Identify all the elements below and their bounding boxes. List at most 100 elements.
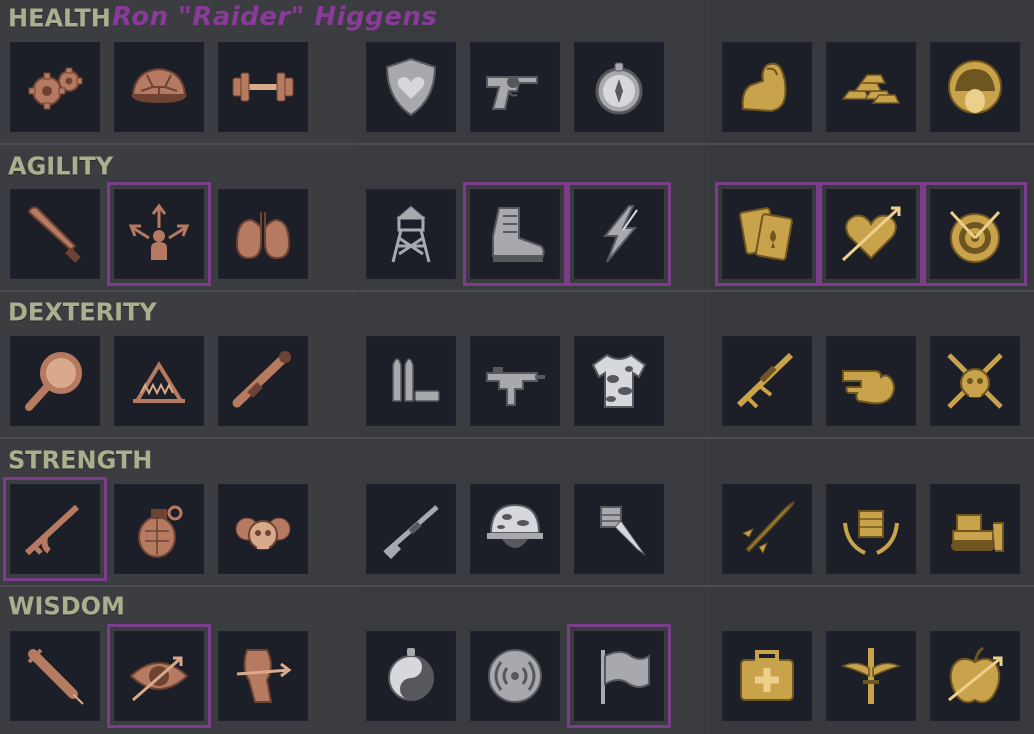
winged-sword-icon	[840, 648, 902, 704]
perk-slot-wisdom-2[interactable]	[107, 624, 211, 728]
perk-slot-wisdom-9[interactable]	[930, 631, 1020, 721]
revolver-icon	[486, 76, 538, 110]
yin-yang-icon	[388, 648, 434, 701]
target-arrows-icon	[949, 210, 1001, 263]
perk-slot-dexterity-1[interactable]	[10, 336, 100, 426]
shotgun-icon	[383, 505, 439, 559]
perk-slot-health-4[interactable]	[366, 42, 456, 132]
fist-knife-icon	[600, 506, 646, 556]
perk-slot-strength-5[interactable]	[470, 484, 560, 574]
arrow-knee-icon	[236, 649, 292, 703]
perk-slot-dexterity-2[interactable]	[114, 336, 204, 426]
combat-boot-icon	[492, 207, 545, 262]
skull-crossed-knives-icon	[947, 353, 1003, 409]
soldier-helmet-halo-icon	[948, 60, 1002, 114]
perk-slot-agility-6[interactable]	[567, 182, 671, 286]
perk-slot-dexterity-8[interactable]	[826, 336, 916, 426]
character-name: Ron "Raider" Higgens	[112, 2, 438, 32]
perk-slot-health-9[interactable]	[930, 42, 1020, 132]
perk-slot-dexterity-9[interactable]	[930, 336, 1020, 426]
bulldozer-icon	[951, 514, 1004, 552]
perk-slot-strength-1[interactable]	[3, 477, 107, 581]
perk-slot-health-1[interactable]	[10, 42, 100, 132]
section-divider	[0, 585, 1034, 587]
missile-icon	[741, 500, 796, 555]
perk-slot-health-5[interactable]	[470, 42, 560, 132]
assault-rifle-icon	[24, 504, 80, 556]
lightning-bolt-icon	[602, 205, 638, 263]
apple-arrow-icon	[948, 646, 1003, 704]
camo-shirt-icon	[591, 353, 647, 408]
medkit-icon	[740, 650, 794, 701]
section-label-agility: AGILITY	[8, 151, 114, 181]
skulls-icon	[235, 517, 291, 550]
perk-slot-strength-6[interactable]	[574, 484, 664, 574]
perk-slot-agility-2[interactable]	[107, 182, 211, 286]
turtle-shell-icon	[131, 67, 187, 103]
perk-slot-dexterity-6[interactable]	[574, 336, 664, 426]
magnifying-glass-icon	[25, 352, 82, 411]
raised-fist-laurel-icon	[843, 510, 899, 555]
perk-slot-health-6[interactable]	[574, 42, 664, 132]
perk-slot-strength-2[interactable]	[114, 484, 204, 574]
perk-slot-dexterity-7[interactable]	[722, 336, 812, 426]
perk-slot-strength-9[interactable]	[930, 484, 1020, 574]
camo-helmet-icon	[487, 503, 543, 548]
heart-shield-icon	[385, 57, 437, 117]
perk-slot-health-7[interactable]	[722, 42, 812, 132]
section-label-dexterity: DEXTERITY	[8, 297, 157, 327]
gears-icon	[28, 67, 83, 110]
lungs-icon	[235, 212, 291, 260]
dumbbell-icon	[232, 72, 294, 102]
compass-icon	[595, 62, 643, 115]
perk-slot-strength-3[interactable]	[218, 484, 308, 574]
section-label-health: HEALTH	[8, 3, 111, 33]
perk-slot-agility-9[interactable]	[923, 182, 1027, 286]
perk-slot-strength-4[interactable]	[366, 484, 456, 574]
person-arrows-icon	[128, 203, 190, 260]
flexed-arm-icon	[741, 62, 787, 113]
perk-slot-agility-4[interactable]	[366, 189, 456, 279]
machete-icon	[27, 206, 81, 263]
perk-slot-agility-8[interactable]	[819, 182, 923, 286]
section-label-wisdom: WISDOM	[8, 591, 125, 621]
syringe-icon	[27, 648, 84, 705]
perk-slot-dexterity-4[interactable]	[366, 336, 456, 426]
playing-cards-icon	[739, 207, 793, 261]
perk-slot-wisdom-7[interactable]	[722, 631, 812, 721]
perk-slot-wisdom-6[interactable]	[567, 624, 671, 728]
bullets-icon	[392, 358, 440, 402]
perk-slot-health-3[interactable]	[218, 42, 308, 132]
perk-slot-wisdom-3[interactable]	[218, 631, 308, 721]
eye-arrow-icon	[129, 656, 189, 702]
perk-slot-dexterity-3[interactable]	[218, 336, 308, 426]
gold-bars-icon	[841, 74, 901, 104]
perk-slot-health-8[interactable]	[826, 42, 916, 132]
radio-signal-icon	[488, 649, 542, 703]
perk-slot-strength-8[interactable]	[826, 484, 916, 574]
section-divider	[0, 437, 1034, 439]
perk-slot-wisdom-8[interactable]	[826, 631, 916, 721]
perk-slot-agility-7[interactable]	[715, 182, 819, 286]
submachine-gun-icon	[486, 367, 545, 406]
watchtower-icon	[391, 205, 431, 263]
perk-slot-agility-3[interactable]	[218, 189, 308, 279]
perk-slot-agility-5[interactable]	[463, 182, 567, 286]
finger-gun-icon	[842, 370, 895, 405]
perk-slot-wisdom-1[interactable]	[10, 631, 100, 721]
sniper-rifle-icon	[736, 352, 794, 409]
section-divider	[0, 143, 1034, 145]
perk-slot-strength-7[interactable]	[722, 484, 812, 574]
perk-slot-agility-1[interactable]	[10, 189, 100, 279]
perk-slot-health-2[interactable]	[114, 42, 204, 132]
perk-slot-wisdom-5[interactable]	[470, 631, 560, 721]
section-divider	[0, 290, 1034, 292]
rocket-launcher-icon	[232, 351, 291, 408]
bear-trap-icon	[133, 361, 185, 403]
section-label-strength: STRENGTH	[8, 445, 153, 475]
perk-slot-wisdom-4[interactable]	[366, 631, 456, 721]
heart-arrow-icon	[841, 206, 901, 262]
flag-icon	[601, 650, 650, 704]
perk-slot-dexterity-5[interactable]	[470, 336, 560, 426]
grenade-icon	[138, 505, 183, 558]
